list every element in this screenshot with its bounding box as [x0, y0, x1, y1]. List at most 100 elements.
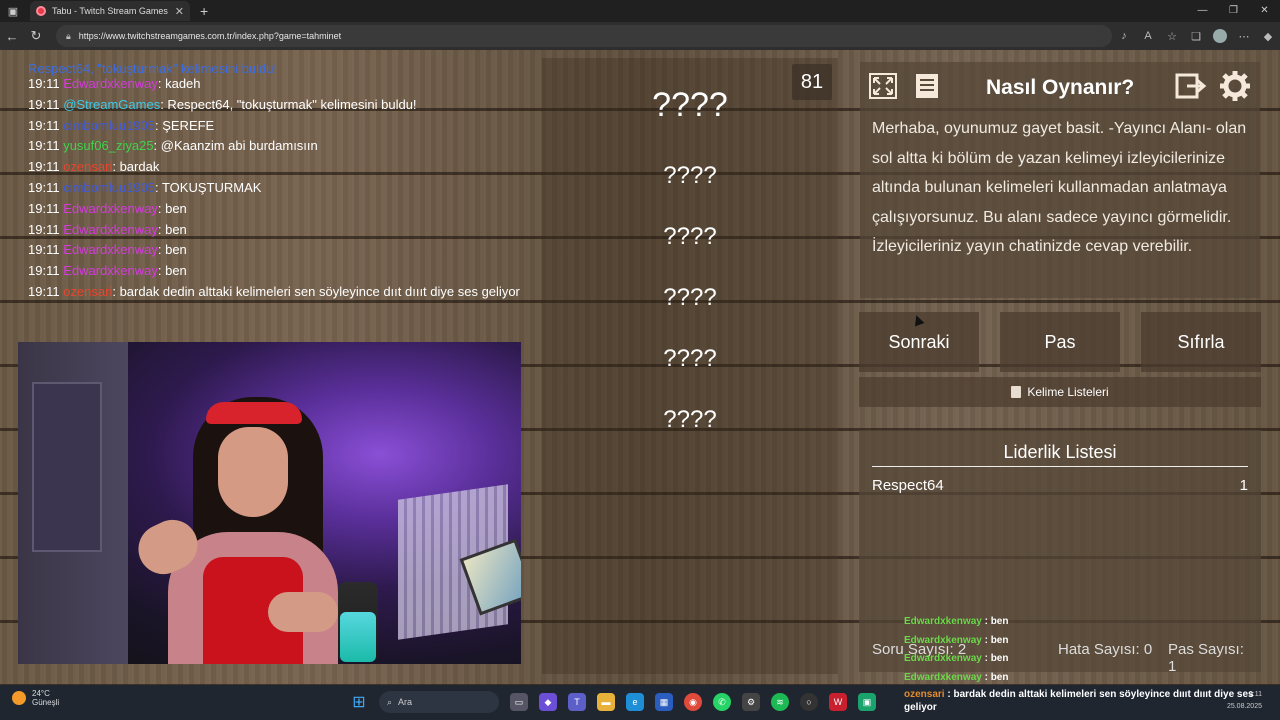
- chat-message: 19:11 Edwardxkenway: kadeh: [28, 74, 520, 95]
- windows-start-icon[interactable]: ⊞: [350, 693, 368, 711]
- settings-gear-icon[interactable]: [1218, 70, 1252, 102]
- word-area: 81 ???? ???? ???? ???? ???? ????: [542, 58, 838, 674]
- chat-text: : Respect64, "tokuşturmak" kelimesini bu…: [160, 96, 417, 112]
- chat-message: 19:11 cimbomluu1905: TOKUŞTURMAK: [28, 178, 520, 199]
- temperature: 24°C: [32, 689, 50, 698]
- browser-tab[interactable]: Tabu - Twitch Stream Games ✕: [30, 1, 190, 21]
- chat-message: 19:11 Edwardxkenway: ben: [28, 261, 520, 282]
- read-aloud-icon[interactable]: A: [1136, 30, 1160, 42]
- chat-time: 19:11: [28, 76, 60, 91]
- chat-text: : ben: [157, 221, 187, 237]
- exit-icon[interactable]: [1174, 70, 1208, 102]
- chat-username[interactable]: yusuf06_ziya25: [63, 138, 153, 153]
- divider: [872, 466, 1248, 467]
- fullscreen-icon[interactable]: [866, 70, 900, 102]
- chat-message: 19:11 ozensari: bardak: [28, 157, 520, 178]
- chat-username[interactable]: Edwardxkenway: [63, 76, 158, 91]
- chat-message: 19:11 ozensari: bardak dedin alttaki kel…: [28, 282, 520, 303]
- weather-widget[interactable]: 24°C Güneşli: [12, 689, 59, 707]
- pass-button[interactable]: Pas: [1000, 312, 1120, 372]
- leaderboard-row: Respect64 1: [872, 477, 1248, 494]
- url-field[interactable]: 🔒︎ https://www.twitchstreamgames.com.tr/…: [56, 25, 1112, 47]
- chat-time: 19:11: [28, 263, 60, 279]
- howto-text: Merhaba, oyunumuz gayet basit. -Yayıncı …: [872, 120, 1247, 256]
- chat-username[interactable]: ozensari: [63, 159, 112, 174]
- chat-message: 19:11 Edwardxkenway: ben: [28, 220, 520, 241]
- back-icon[interactable]: ←: [0, 29, 24, 44]
- chat-panel: Respect64, "tokuşturmak" kelimesini buld…: [18, 64, 520, 342]
- chrome-icon[interactable]: ◉: [684, 693, 702, 711]
- chat-username[interactable]: cimbomluu1905: [63, 118, 155, 133]
- spotify-icon[interactable]: ≋: [771, 693, 789, 711]
- edge-icon[interactable]: e: [626, 693, 644, 711]
- chat-time: 19:11: [28, 200, 60, 216]
- notes-icon[interactable]: [910, 70, 944, 102]
- forbidden-word: ????: [663, 406, 717, 433]
- word-lists-label: Kelime Listeleri: [1027, 385, 1109, 399]
- chat-username[interactable]: cimbomluu1905: [63, 180, 155, 195]
- pass-count: Pas Sayısı: 1: [1168, 641, 1244, 675]
- new-tab-icon[interactable]: +: [200, 3, 208, 19]
- howto-panel: Nasıl Oynanır? Merhaba, oyunumuz gayet b…: [860, 62, 1260, 298]
- twitch-favicon-icon: [36, 6, 46, 16]
- document-icon: [1011, 386, 1022, 398]
- leaderboard-title: Liderlik Listesi: [1003, 442, 1117, 462]
- game-page: Respect64, "tokuşturmak" kelimesini buld…: [0, 50, 1280, 685]
- chat-text: : ben: [157, 242, 187, 258]
- browser-titlebar: ▣ Tabu - Twitch Stream Games ✕ + — ❐ ✕: [0, 0, 1280, 22]
- close-tab-icon[interactable]: ✕: [175, 5, 184, 18]
- address-bar-row: ← ↻ 🔒︎ https://www.twitchstreamgames.com…: [0, 22, 1280, 50]
- refresh-icon[interactable]: ↻: [24, 28, 48, 44]
- teams-icon[interactable]: T: [568, 693, 586, 711]
- file-explorer-icon[interactable]: ▬: [597, 693, 615, 711]
- chat-partial-line: Respect64, "tokuşturmak" kelimesini buld…: [28, 64, 278, 76]
- chat-username[interactable]: @StreamGames: [63, 97, 160, 112]
- profile-avatar[interactable]: [1213, 29, 1227, 43]
- overlay-chat: Edwardxkenway : ben Edwardxkenway : ben …: [904, 613, 1154, 687]
- chat-username[interactable]: Edwardxkenway: [63, 222, 158, 237]
- overlay-chat-line: Edwardxkenway : ben: [904, 634, 1009, 646]
- whatsapp-icon[interactable]: ✆: [713, 693, 731, 711]
- chat-time: 19:11: [28, 159, 60, 175]
- minimize-icon[interactable]: —: [1187, 0, 1218, 22]
- player-name: Respect64: [872, 477, 944, 494]
- collections-icon[interactable]: ❏: [1184, 30, 1208, 43]
- window-menu-icon[interactable]: ▣: [0, 0, 26, 22]
- chat-username[interactable]: Edwardxkenway: [63, 201, 158, 216]
- forbidden-word: ????: [663, 162, 717, 189]
- copilot-app-icon[interactable]: ◆: [539, 693, 557, 711]
- chat-username[interactable]: Edwardxkenway: [63, 242, 158, 257]
- reset-button[interactable]: Sıfırla: [1141, 312, 1261, 372]
- overlay-chat-line: Edwardxkenway : ben: [904, 653, 1009, 664]
- maximize-icon[interactable]: ❐: [1218, 0, 1249, 22]
- chat-time: 19:11: [28, 96, 60, 112]
- chat-text: : ŞEREFE: [154, 117, 215, 133]
- target-word: ????: [652, 86, 728, 124]
- chat-username[interactable]: Edwardxkenway: [63, 263, 158, 278]
- chat-text: : ben: [157, 263, 187, 279]
- sun-icon: [12, 691, 26, 705]
- window-controls: — ❐ ✕: [1187, 0, 1280, 22]
- steam-icon[interactable]: ⚙: [742, 693, 760, 711]
- app-icon[interactable]: ▣: [858, 693, 876, 711]
- more-icon[interactable]: ⋯: [1232, 30, 1256, 43]
- chat-username[interactable]: ozensari: [63, 284, 112, 299]
- store-icon[interactable]: ▦: [655, 693, 673, 711]
- chat-message: 19:11 cimbomluu1905: ŞEREFE: [28, 116, 520, 137]
- mic-icon[interactable]: ♪: [1112, 30, 1136, 42]
- close-window-icon[interactable]: ✕: [1249, 0, 1280, 22]
- chat-text: : bardak: [112, 159, 160, 175]
- copilot-icon[interactable]: ◆: [1256, 30, 1280, 43]
- task-view-icon[interactable]: ▭: [510, 693, 528, 711]
- chat-message: 19:11 Edwardxkenway: ben: [28, 199, 520, 220]
- obs-icon[interactable]: ○: [800, 693, 818, 711]
- word-app-icon[interactable]: W: [829, 693, 847, 711]
- word-lists-button[interactable]: Kelime Listeleri: [859, 377, 1261, 407]
- favorite-star-icon[interactable]: ☆: [1160, 30, 1184, 43]
- chat-time: 19:11: [28, 221, 60, 237]
- chat-text: : bardak dedin alttaki kelimeleri sen sö…: [112, 283, 520, 299]
- taskbar-apps: ⊞ ⌕ Ara ▭ ◆ T ▬ e ▦ ◉ ✆ ⚙ ≋ ○ W ▣: [350, 691, 876, 713]
- chat-message: 19:11 @StreamGames: Respect64, "tokuştur…: [28, 95, 520, 116]
- taskbar-search[interactable]: ⌕ Ara: [379, 691, 499, 713]
- overlay-chat-line: Edwardxkenway : ben: [904, 616, 1009, 627]
